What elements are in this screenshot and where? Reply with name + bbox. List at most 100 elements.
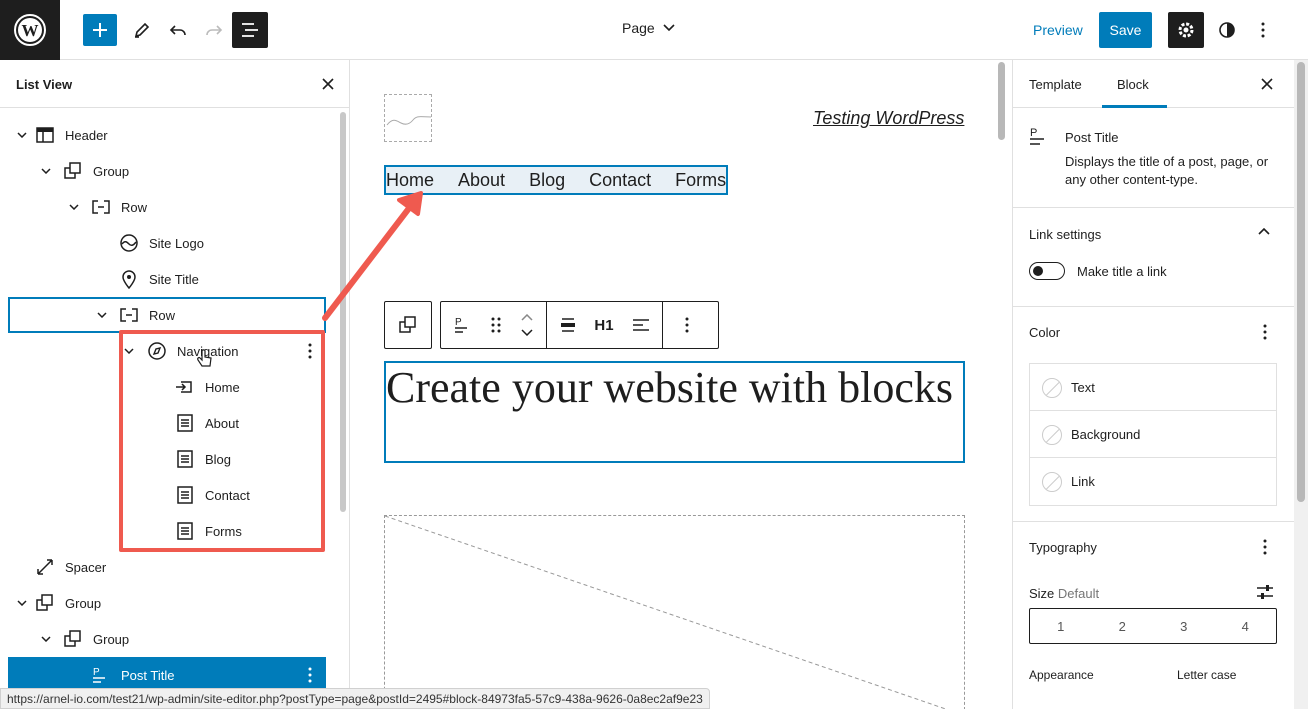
- preview-button[interactable]: Preview: [1025, 14, 1091, 46]
- list-item-site-title[interactable]: Site Title: [8, 261, 326, 297]
- list-item-label: Home: [205, 379, 240, 395]
- featured-image-placeholder[interactable]: [384, 515, 965, 709]
- site-logo-placeholder[interactable]: [384, 94, 432, 142]
- pencil-icon: [134, 22, 150, 38]
- text-align-button[interactable]: [619, 302, 663, 348]
- redo-icon: [206, 25, 223, 36]
- color-item-link[interactable]: Link: [1030, 458, 1276, 505]
- chevron-down-icon[interactable]: [121, 343, 137, 359]
- move-buttons[interactable]: [507, 302, 547, 348]
- color-item-text[interactable]: Text: [1030, 364, 1276, 411]
- top-toolbar: W Page Preview Save: [0, 0, 1308, 60]
- link-settings-panel: Link settings Make title a link: [1013, 208, 1294, 307]
- link-settings-title[interactable]: Link settings: [1029, 227, 1101, 242]
- nav-item-contact[interactable]: Contact: [589, 170, 651, 191]
- chevron-up-icon[interactable]: [520, 314, 533, 321]
- compass-icon: [146, 340, 168, 362]
- color-item-label: Text: [1071, 379, 1095, 395]
- group-icon: [34, 592, 56, 614]
- typography-panel: Typography Size Default 1 2 3 4 Appearan…: [1013, 522, 1294, 709]
- settings-scrollbar[interactable]: [1297, 62, 1305, 502]
- add-block-button[interactable]: [83, 14, 117, 46]
- align-button[interactable]: [547, 302, 589, 348]
- chevron-down-icon[interactable]: [38, 631, 54, 647]
- navigation-block[interactable]: Home About Blog Contact Forms: [384, 165, 728, 195]
- font-size-option-3[interactable]: 3: [1153, 609, 1215, 643]
- hand-cursor-icon: [197, 349, 212, 367]
- list-item-label: Forms: [205, 523, 242, 539]
- row-icon: [90, 196, 112, 218]
- color-swatch-empty: [1042, 472, 1062, 492]
- canvas-scrollbar[interactable]: [998, 62, 1005, 140]
- list-item-about[interactable]: About: [8, 405, 326, 441]
- document-title-dropdown[interactable]: Page: [622, 20, 675, 36]
- color-item-background[interactable]: Background: [1030, 411, 1276, 458]
- block-options-button[interactable]: [663, 302, 711, 348]
- wordpress-logo-button[interactable]: W: [0, 0, 60, 60]
- chevron-down-icon[interactable]: [38, 163, 54, 179]
- styles-button[interactable]: [1210, 14, 1244, 46]
- chevron-down-icon[interactable]: [520, 329, 533, 336]
- nav-item-blog[interactable]: Blog: [529, 170, 565, 191]
- custom-size-icon[interactable]: [1256, 584, 1274, 600]
- list-item-label: Site Logo: [149, 235, 204, 251]
- post-title-block[interactable]: Create your website with blocks: [384, 361, 965, 463]
- list-item-group[interactable]: Group: [8, 585, 326, 621]
- list-view-button[interactable]: [232, 12, 268, 48]
- save-button[interactable]: Save: [1099, 12, 1152, 48]
- list-item-row-selected[interactable]: Row: [8, 297, 326, 333]
- list-item-home[interactable]: Home: [8, 369, 326, 405]
- list-item-group[interactable]: Group: [8, 153, 326, 189]
- font-size-option-1[interactable]: 1: [1030, 609, 1092, 643]
- close-settings-button[interactable]: [1257, 74, 1277, 94]
- undo-button[interactable]: [161, 14, 195, 46]
- chevron-down-icon[interactable]: [14, 127, 30, 143]
- link-preview-statusbar: https://arnel-io.com/test21/wp-admin/sit…: [0, 688, 710, 709]
- tools-button[interactable]: [125, 14, 159, 46]
- page-icon: [174, 520, 196, 542]
- nav-item-home[interactable]: Home: [386, 170, 434, 191]
- svg-text:P: P: [455, 317, 462, 328]
- options-button[interactable]: [1246, 14, 1280, 46]
- close-list-view-button[interactable]: [318, 74, 338, 94]
- more-vertical-icon: [1261, 22, 1265, 38]
- more-vertical-icon[interactable]: [302, 663, 318, 687]
- nav-item-forms[interactable]: Forms: [675, 170, 726, 191]
- drag-handle[interactable]: [485, 302, 507, 348]
- nav-item-about[interactable]: About: [458, 170, 505, 191]
- list-item-blog[interactable]: Blog: [8, 441, 326, 477]
- chevron-down-icon[interactable]: [66, 199, 82, 215]
- heading-level-button[interactable]: H1: [589, 302, 619, 348]
- settings-button[interactable]: [1168, 12, 1204, 48]
- block-type-button[interactable]: P: [441, 302, 485, 348]
- tab-block[interactable]: Block: [1117, 77, 1149, 92]
- font-size-option-2[interactable]: 2: [1092, 609, 1154, 643]
- more-vertical-icon[interactable]: [302, 339, 318, 363]
- list-view-scrollbar[interactable]: [340, 112, 346, 512]
- block-toolbar: P H1: [384, 301, 719, 349]
- map-pin-icon: [118, 268, 140, 290]
- toolbar-parent-group: [384, 301, 432, 349]
- list-item-forms[interactable]: Forms: [8, 513, 326, 549]
- redo-button[interactable]: [197, 14, 231, 46]
- list-item-spacer[interactable]: Spacer: [8, 549, 326, 585]
- more-vertical-icon[interactable]: [1263, 539, 1267, 555]
- chevron-down-icon[interactable]: [14, 595, 30, 611]
- list-item-header[interactable]: Header: [8, 117, 326, 153]
- list-item-site-logo[interactable]: Site Logo: [8, 225, 326, 261]
- chevron-down-icon[interactable]: [94, 307, 110, 323]
- chevron-up-icon[interactable]: [1258, 228, 1270, 235]
- color-options-list: Text Background Link: [1029, 363, 1277, 506]
- font-size-option-4[interactable]: 4: [1215, 609, 1277, 643]
- list-item-contact[interactable]: Contact: [8, 477, 326, 513]
- select-parent-button[interactable]: [385, 302, 431, 348]
- letter-case-label: Letter case: [1177, 668, 1237, 682]
- settings-tabs: Template Block: [1013, 60, 1294, 108]
- list-item-group[interactable]: Group: [8, 621, 326, 657]
- make-title-link-toggle[interactable]: [1029, 262, 1065, 280]
- more-vertical-icon[interactable]: [1263, 324, 1267, 340]
- site-title[interactable]: Testing WordPress: [813, 108, 964, 129]
- tab-template[interactable]: Template: [1029, 77, 1082, 92]
- list-item-row[interactable]: Row: [8, 189, 326, 225]
- list-item-navigation[interactable]: Navigation: [8, 333, 326, 369]
